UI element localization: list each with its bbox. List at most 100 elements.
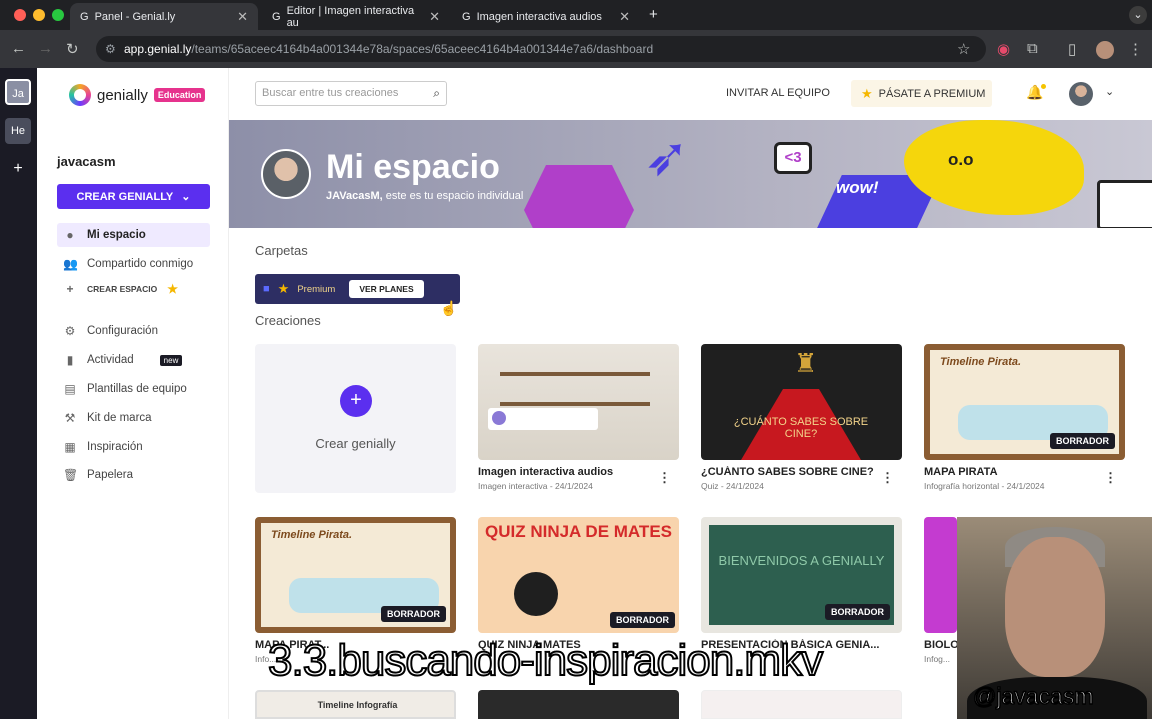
browser-tab-strip: G Panel - Genial.ly ✕ G Editor | Imagen … bbox=[0, 0, 1152, 30]
more-options-icon[interactable]: ⋮ bbox=[881, 470, 894, 486]
profile-avatar-icon[interactable] bbox=[1096, 41, 1114, 59]
browser-tab-editor[interactable]: G Editor | Imagen interactiva au ✕ bbox=[262, 3, 450, 30]
view-plans-button[interactable]: VER PLANES bbox=[349, 280, 424, 298]
sidebar-toggle-icon[interactable]: ▯ bbox=[1068, 40, 1076, 58]
create-genially-label: CREAR GENIALLY bbox=[76, 190, 174, 203]
sidebar-item-papelera[interactable]: 🗑 Papelera bbox=[57, 463, 210, 487]
sidebar-item-label: Mi espacio bbox=[87, 229, 146, 241]
create-genially-button[interactable]: CREAR GENIALLY ⌄ bbox=[57, 184, 210, 209]
trash-icon: 🗑 bbox=[63, 468, 79, 482]
close-tab-icon[interactable]: ✕ bbox=[619, 9, 630, 25]
search-icon[interactable]: ⌕ bbox=[433, 82, 440, 105]
genially-favicon-icon: G bbox=[272, 10, 281, 23]
browser-menu-icon[interactable]: ⋮ bbox=[1128, 40, 1143, 58]
go-premium-button[interactable]: ★ PÁSATE A PREMIUM bbox=[851, 80, 992, 107]
creation-thumbnail[interactable]: Timeline Pirata. BORRADOR bbox=[924, 344, 1125, 460]
tab-label: Editor | Imagen interactiva au bbox=[286, 4, 415, 29]
more-options-icon[interactable]: ⋮ bbox=[1104, 470, 1117, 486]
webcam-overlay: @javacasm bbox=[957, 517, 1152, 719]
page-title: Mi espacio bbox=[326, 148, 500, 186]
banner-subtitle-text: este es tu espacio individual bbox=[382, 190, 524, 202]
close-tab-icon[interactable]: ✕ bbox=[429, 9, 440, 25]
creation-card[interactable] bbox=[701, 690, 902, 719]
thumbnail-text: Timeline Infografía bbox=[317, 700, 398, 710]
sidebar-item-mi-espacio[interactable]: ● Mi espacio bbox=[57, 223, 210, 247]
sidebar-item-inspiracion[interactable]: ▦ Inspiración bbox=[57, 435, 210, 459]
forward-icon[interactable]: → bbox=[38, 40, 53, 57]
sidebar-item-configuracion[interactable]: ⚙ Configuración bbox=[57, 319, 210, 343]
star-icon: ★ bbox=[861, 85, 873, 101]
draft-badge: BORRADOR bbox=[381, 606, 446, 622]
genially-favicon-icon: G bbox=[80, 10, 89, 23]
maximize-window-button[interactable] bbox=[52, 9, 64, 21]
avatar[interactable] bbox=[1069, 82, 1093, 106]
more-options-icon[interactable]: ⋮ bbox=[658, 470, 671, 486]
creation-card[interactable] bbox=[478, 690, 679, 719]
invite-team-button[interactable]: INVITAR AL EQUIPO bbox=[726, 87, 830, 99]
banner-username: JAVacasM, bbox=[326, 190, 383, 202]
tab-search-icon[interactable]: ⌄ bbox=[1129, 6, 1147, 24]
sidebar: genially Education javacasm CREAR GENIAL… bbox=[37, 68, 229, 719]
creation-card[interactable]: QUIZ NINJA DE MATES BORRADOR QUIZ NINJA … bbox=[478, 517, 679, 651]
presenter-face bbox=[1005, 537, 1105, 677]
workspace-ja-button[interactable]: Ja bbox=[5, 79, 31, 105]
close-window-button[interactable] bbox=[14, 9, 26, 21]
creation-card[interactable]: Imagen interactiva audios Imagen interac… bbox=[478, 344, 679, 491]
site-info-icon[interactable]: ⚙ bbox=[105, 36, 116, 62]
creation-thumbnail[interactable]: Timeline Pirata. BORRADOR bbox=[255, 517, 456, 633]
close-tab-icon[interactable]: ✕ bbox=[237, 9, 248, 25]
creation-title: ¿CUÁNTO SABES SOBRE CINE? bbox=[701, 466, 874, 478]
search-input[interactable]: Buscar entre tus creaciones ⌕ bbox=[255, 81, 447, 106]
browser-tab-panel[interactable]: G Panel - Genial.ly ✕ bbox=[70, 3, 258, 30]
cursor-arrow-icon: ➶ bbox=[644, 127, 690, 187]
bookmark-star-icon[interactable]: ☆ bbox=[957, 40, 970, 58]
creation-card[interactable]: ¿CUÁNTO SABES SOBRE CINE? ♜ ¿CUÁNTO SABE… bbox=[701, 344, 902, 491]
minimize-window-button[interactable] bbox=[33, 9, 45, 21]
creation-thumbnail[interactable] bbox=[478, 344, 679, 460]
creation-thumbnail[interactable]: BIENVENIDOS A GENIALLY BORRADOR bbox=[701, 517, 902, 633]
wow-label: wow! bbox=[836, 178, 879, 197]
thumbnail-text: BIENVENIDOS A GENIALLY bbox=[718, 553, 885, 568]
brand-kit-icon: ⚒ bbox=[64, 411, 76, 425]
back-icon[interactable]: ← bbox=[11, 40, 26, 57]
extensions-icon[interactable]: ⧉ bbox=[1027, 40, 1038, 57]
sidebar-item-actividad[interactable]: ▮ Actividad new bbox=[57, 348, 210, 372]
browser-tab-imagen[interactable]: G Imagen interactiva audios ✕ bbox=[452, 3, 640, 30]
workspace-he-button[interactable]: He bbox=[5, 118, 31, 144]
gear-icon: ⚙ bbox=[64, 324, 76, 338]
creation-thumbnail[interactable] bbox=[924, 517, 957, 633]
new-tab-icon[interactable]: + bbox=[649, 6, 658, 23]
sidebar-item-compartido[interactable]: 👥 Compartido conmigo bbox=[57, 252, 210, 276]
sidebar-item-kit-marca[interactable]: ⚒ Kit de marca bbox=[57, 406, 210, 430]
reload-icon[interactable]: ↻ bbox=[66, 40, 79, 58]
creation-card[interactable]: BIOLO... Infog... bbox=[924, 517, 957, 664]
creation-meta: Imagen interactiva - 24/1/2024 bbox=[478, 481, 593, 491]
oscar-statue-icon: ♜ bbox=[794, 348, 818, 378]
plus-icon: + bbox=[340, 385, 372, 417]
chevron-down-icon[interactable]: ⌄ bbox=[1105, 85, 1114, 98]
plus-icon: + bbox=[66, 282, 74, 296]
tab-label: Panel - Genial.ly bbox=[94, 10, 176, 23]
notifications-bell-icon[interactable]: 🔔 bbox=[1026, 84, 1047, 101]
add-workspace-icon[interactable]: + bbox=[5, 156, 31, 182]
genially-favicon-icon: G bbox=[462, 10, 471, 23]
sidebar-item-crear-espacio[interactable]: + CREAR ESPACIO ★ bbox=[57, 277, 210, 301]
creation-card[interactable]: Timeline Infografía bbox=[255, 690, 456, 719]
search-placeholder: Buscar entre tus creaciones bbox=[262, 87, 399, 99]
creation-card[interactable]: Timeline Pirata. BORRADOR MAPA PIRATA In… bbox=[924, 344, 1125, 491]
url-host: app.genial.ly bbox=[124, 42, 192, 56]
creation-title: BIOLO... bbox=[924, 639, 957, 651]
window-icon bbox=[1097, 180, 1152, 228]
sidebar-item-plantillas[interactable]: ▤ Plantillas de equipo bbox=[57, 377, 210, 401]
video-filename-overlay: 3.3.buscando-inspiracion.mkv bbox=[267, 635, 824, 686]
sidebar-item-label: Inspiración bbox=[87, 441, 143, 453]
url-input[interactable]: ⚙ app.genial.ly/teams/65aceec4164b4a0013… bbox=[96, 36, 986, 62]
chevron-down-icon: ⌄ bbox=[181, 191, 191, 203]
pocket-extension-icon[interactable]: ◉ bbox=[997, 40, 1010, 58]
creation-thumbnail[interactable]: QUIZ NINJA DE MATES BORRADOR bbox=[478, 517, 679, 633]
create-genially-card[interactable]: + Crear genially bbox=[255, 344, 456, 493]
creation-thumbnail[interactable]: ¿CUÁNTO SABES SOBRE CINE? ♜ bbox=[701, 344, 902, 460]
folders-heading: Carpetas bbox=[255, 243, 308, 258]
genially-logo[interactable]: genially Education bbox=[69, 84, 206, 106]
creation-card[interactable]: BIENVENIDOS A GENIALLY BORRADOR PRESENTA… bbox=[701, 517, 902, 651]
